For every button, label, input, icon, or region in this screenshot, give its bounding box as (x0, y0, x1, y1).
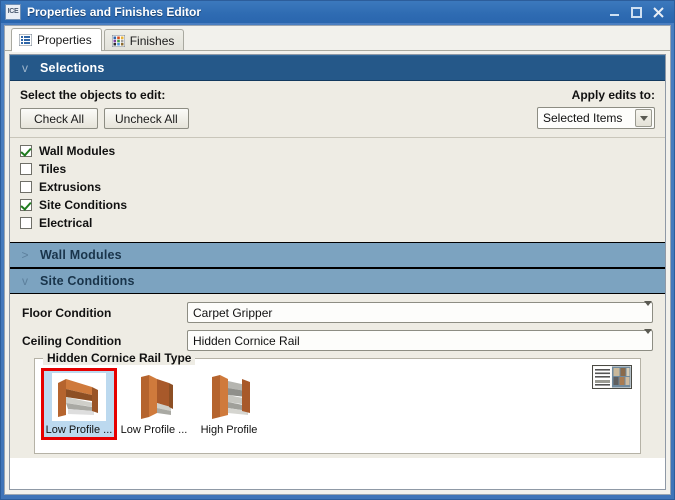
window-title: Properties and Finishes Editor (27, 5, 202, 19)
application-window: ICE Properties and Finishes Editor Prope… (0, 0, 675, 500)
cornice-rail-type-group: Hidden Cornice Rail Type Low Profile ...… (34, 351, 641, 454)
checkbox-row-site-conditions[interactable]: Site Conditions (20, 196, 655, 214)
checkbox-electrical[interactable] (20, 217, 32, 229)
floor-condition-row: Floor Condition Carpet Gripper (22, 300, 653, 323)
tab-properties-label: Properties (37, 33, 92, 47)
section-header-wall-modules[interactable]: > Wall Modules (10, 242, 665, 268)
checkbox-label: Electrical (39, 216, 93, 230)
chevron-down-icon[interactable] (644, 300, 652, 320)
maximize-icon[interactable] (630, 6, 643, 19)
checkbox-label: Site Conditions (39, 198, 127, 212)
selections-body: Select the objects to edit: Check All Un… (10, 81, 665, 138)
section-header-site-conditions[interactable]: v Site Conditions (10, 268, 665, 294)
thumbnail-caption: Low Profile ... (45, 424, 113, 436)
checkbox-row-tiles[interactable]: Tiles (20, 160, 655, 178)
tab-finishes-label: Finishes (129, 33, 175, 48)
tab-finishes[interactable]: Finishes (103, 29, 185, 51)
checkbox-label: Tiles (39, 162, 67, 176)
checkbox-tiles[interactable] (20, 163, 32, 175)
floor-condition-value: Carpet Gripper (193, 305, 273, 320)
chevron-down-icon: v (22, 61, 28, 75)
checkbox-wall-modules[interactable] (20, 145, 32, 157)
ceiling-condition-row: Ceiling Condition Hidden Cornice Rail (22, 328, 653, 351)
app-icon: ICE (5, 4, 21, 20)
window-controls (608, 6, 672, 19)
ceiling-condition-dropdown[interactable]: Hidden Cornice Rail (187, 328, 653, 351)
list-icon (19, 34, 32, 46)
thumbnail-list: Low Profile ... Low Profile ... High Pro… (41, 368, 632, 440)
checkbox-label: Extrusions (39, 180, 102, 194)
chevron-right-icon: > (21, 248, 29, 262)
cornice-rail-thumbnail-image (52, 373, 106, 421)
title-bar: ICE Properties and Finishes Editor (1, 1, 674, 23)
selection-buttons: Check All Uncheck All (20, 108, 189, 129)
chevron-down-icon[interactable] (635, 109, 652, 127)
ceiling-condition-value: Hidden Cornice Rail (193, 333, 300, 348)
site-conditions-form: Floor Condition Carpet Gripper Ceiling C… (10, 294, 665, 458)
section-title-wall-modules: Wall Modules (40, 248, 122, 262)
minimize-icon[interactable] (608, 6, 621, 19)
apply-edits-label: Apply edits to: (571, 88, 655, 102)
apply-edits-value: Selected Items (543, 111, 623, 125)
apply-edits-dropdown[interactable]: Selected Items (537, 107, 655, 129)
thumbnail-item-low-profile-2[interactable]: Low Profile ... (118, 370, 190, 438)
checkbox-row-electrical[interactable]: Electrical (20, 214, 655, 232)
cornice-rail-thumbnail-image (141, 375, 173, 419)
floor-condition-label: Floor Condition (22, 305, 112, 320)
checkbox-row-wall-modules[interactable]: Wall Modules (20, 142, 655, 160)
section-title-site-conditions: Site Conditions (40, 274, 135, 288)
cornice-rail-thumbnail-image (212, 375, 250, 419)
check-all-button[interactable]: Check All (20, 108, 98, 129)
ceiling-condition-label: Ceiling Condition (22, 333, 122, 348)
floor-condition-dropdown[interactable]: Carpet Gripper (187, 300, 653, 323)
thumbnail-caption: Low Profile ... (120, 424, 188, 436)
color-grid-icon (111, 34, 125, 47)
thumbnail-item-low-profile-1[interactable]: Low Profile ... (41, 368, 117, 440)
object-checkbox-list: Wall Modules Tiles Extrusions Site Condi… (10, 138, 665, 242)
list-grid-view-icon[interactable] (592, 365, 632, 389)
thumbnail-caption: High Profile (200, 424, 258, 436)
checkbox-site-conditions[interactable] (20, 199, 32, 211)
chevron-down-icon[interactable] (644, 328, 652, 348)
section-header-selections[interactable]: v Selections (10, 55, 665, 81)
uncheck-all-button[interactable]: Uncheck All (104, 108, 189, 129)
panel-bottom-spacer (10, 458, 665, 468)
chevron-down-icon: v (22, 274, 28, 288)
group-title: Hidden Cornice Rail Type (43, 351, 196, 365)
section-title-selections: Selections (40, 61, 105, 75)
checkbox-row-extrusions[interactable]: Extrusions (20, 178, 655, 196)
tab-strip: Properties Finishes (5, 26, 670, 52)
select-objects-label: Select the objects to edit: (20, 88, 166, 102)
thumbnail-item-high-profile[interactable]: High Profile (193, 370, 265, 438)
close-icon[interactable] (652, 6, 665, 19)
checkbox-extrusions[interactable] (20, 181, 32, 193)
properties-panel: v Selections Select the objects to edit:… (9, 54, 666, 490)
client-area: Properties Finishes v Selections Select … (4, 25, 671, 495)
tab-properties[interactable]: Properties (11, 28, 102, 52)
checkbox-label: Wall Modules (39, 144, 116, 158)
